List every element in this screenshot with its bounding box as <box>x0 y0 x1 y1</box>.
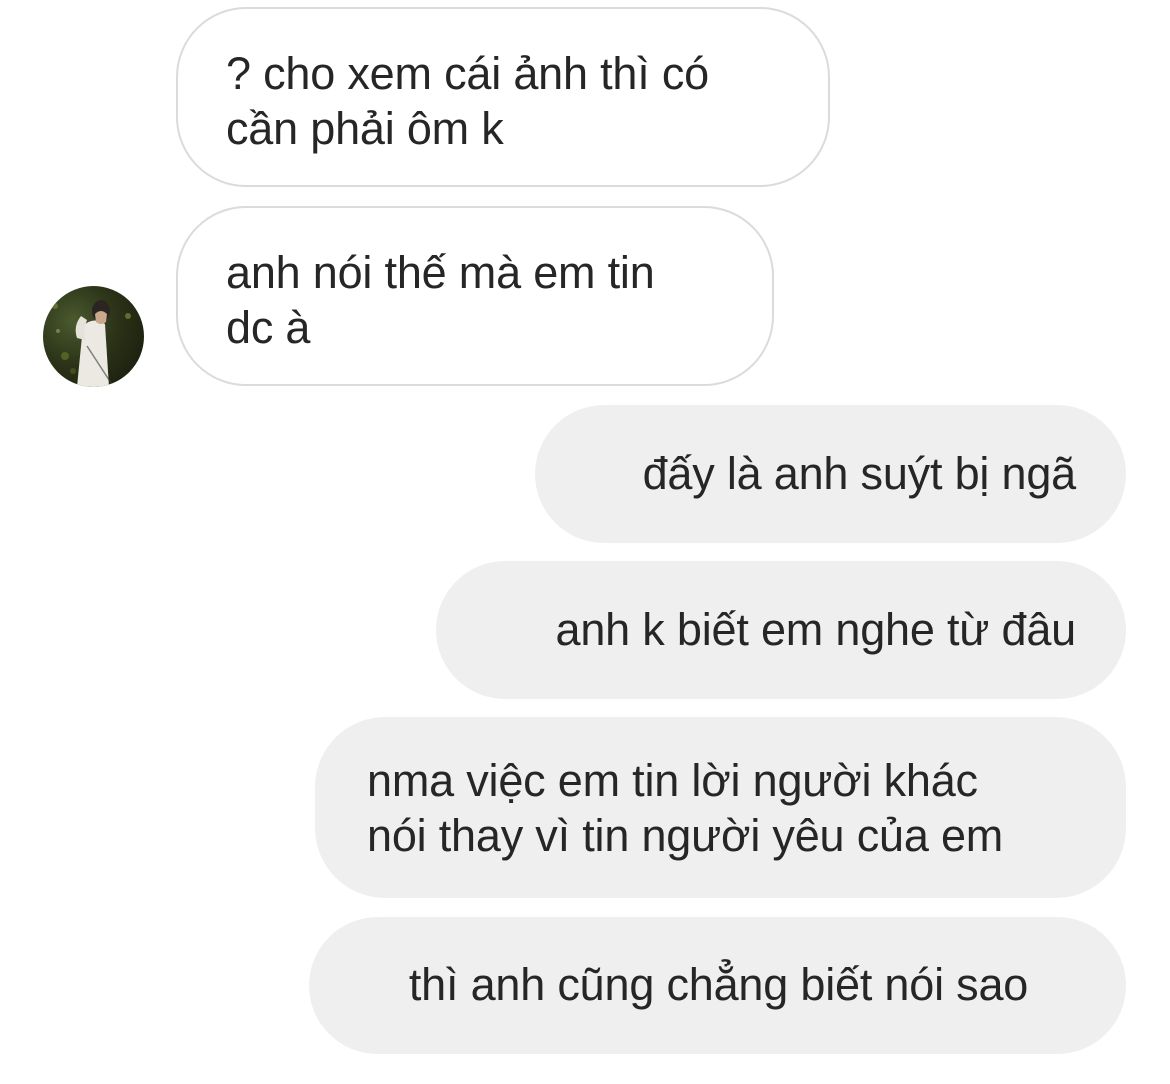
message-text-line: nma việc em tin lời người khác <box>367 755 978 806</box>
profile-photo <box>52 300 131 387</box>
message-text-line: đấy là anh suýt bị ngã <box>642 448 1077 499</box>
outgoing-message[interactable]: đấy là anh suýt bị ngã <box>535 405 1126 543</box>
message-text-line: ? cho xem cái ảnh thì có <box>226 48 709 99</box>
incoming-message[interactable]: ? cho xem cái ảnh thì có cần phải ôm k <box>176 7 830 187</box>
incoming-message[interactable]: anh nói thế mà em tin dc à <box>176 206 774 386</box>
outgoing-message[interactable]: nma việc em tin lời người khác nói thay … <box>315 717 1126 898</box>
message-text-line: thì anh cũng chẳng biết nói sao <box>408 959 1029 1010</box>
outgoing-message[interactable]: anh k biết em nghe từ đâu <box>436 561 1126 699</box>
message-text-line: nói thay vì tin người yêu của em <box>367 810 1004 861</box>
message-text-line: anh nói thế mà em tin <box>226 247 655 298</box>
message-text-line: dc à <box>226 302 311 353</box>
message-text-line: cần phải ôm k <box>226 103 504 154</box>
avatar[interactable] <box>43 286 144 387</box>
outgoing-message[interactable]: thì anh cũng chẳng biết nói sao <box>309 917 1126 1054</box>
message-text-line: anh k biết em nghe từ đâu <box>555 604 1077 655</box>
